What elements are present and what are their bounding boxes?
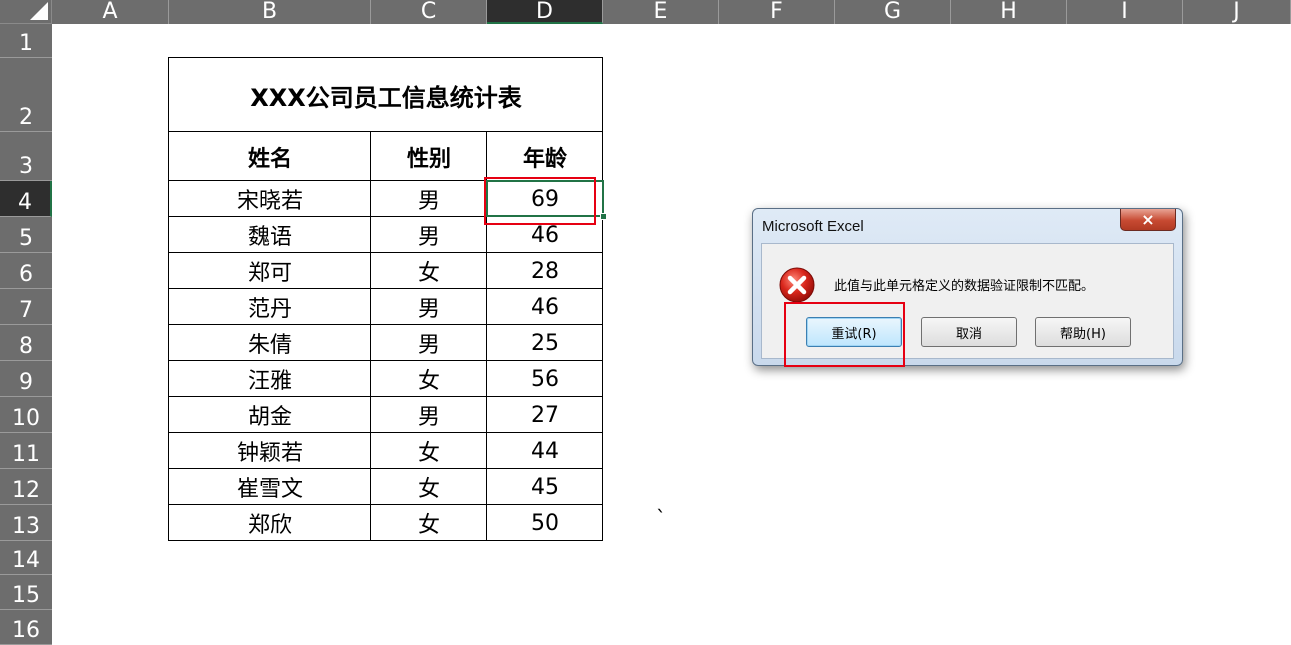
dialog-message: 此值与此单元格定义的数据验证限制不匹配。 xyxy=(834,279,1095,294)
table-border xyxy=(168,131,603,132)
header-name[interactable]: 姓名 xyxy=(169,132,371,181)
annotation-box-retry xyxy=(784,302,905,367)
cell-gender[interactable]: 女 xyxy=(371,469,487,505)
cell-name[interactable]: 宋晓若 xyxy=(169,181,371,217)
column-header-h[interactable]: H xyxy=(951,0,1067,24)
column-header-a[interactable]: A xyxy=(52,0,169,24)
table-border xyxy=(168,360,603,361)
table-border xyxy=(168,57,603,58)
dialog-title: Microsoft Excel xyxy=(762,218,864,235)
cell-gender[interactable]: 男 xyxy=(371,181,487,217)
cell-name[interactable]: 胡金 xyxy=(169,397,371,433)
column-header-i[interactable]: I xyxy=(1067,0,1183,24)
row-header-3[interactable]: 3 xyxy=(0,132,52,181)
row-header-8[interactable]: 8 xyxy=(0,325,52,361)
table-border xyxy=(168,252,603,253)
fill-handle[interactable] xyxy=(600,213,607,220)
cell-name[interactable]: 钟颖若 xyxy=(169,433,371,469)
row-header-15[interactable]: 15 xyxy=(0,575,52,610)
cell-name[interactable]: 朱倩 xyxy=(169,325,371,361)
cell-name[interactable]: 汪雅 xyxy=(169,361,371,397)
cell-name[interactable]: 魏语 xyxy=(169,217,371,253)
table-border xyxy=(168,324,603,325)
row-header-4[interactable]: 4 xyxy=(0,181,52,217)
close-icon: × xyxy=(1141,209,1155,229)
cell-name[interactable]: 崔雪文 xyxy=(169,469,371,505)
table-border xyxy=(168,504,603,505)
column-header-b[interactable]: B xyxy=(169,0,371,24)
cell-age[interactable]: 46 xyxy=(487,289,603,325)
cancel-button[interactable]: 取消 xyxy=(921,317,1017,347)
cell-gender[interactable]: 女 xyxy=(371,253,487,289)
select-all-triangle-icon xyxy=(30,2,48,20)
header-gender[interactable]: 性别 xyxy=(371,132,487,181)
row-header-9[interactable]: 9 xyxy=(0,361,52,397)
table-border xyxy=(168,396,603,397)
row-header-13[interactable]: 13 xyxy=(0,505,52,541)
column-header-c[interactable]: C xyxy=(371,0,487,24)
cell-age[interactable]: 25 xyxy=(487,325,603,361)
annotation-box-cell xyxy=(484,177,596,225)
cell-gender[interactable]: 男 xyxy=(371,217,487,253)
cell-gender[interactable]: 女 xyxy=(371,361,487,397)
row-header-7[interactable]: 7 xyxy=(0,289,52,325)
cell-gender[interactable]: 男 xyxy=(371,397,487,433)
cell-gender[interactable]: 女 xyxy=(371,505,487,541)
row-header-11[interactable]: 11 xyxy=(0,433,52,469)
cell-age[interactable]: 50 xyxy=(487,505,603,541)
cell-gender[interactable]: 男 xyxy=(371,325,487,361)
table-border xyxy=(168,468,603,469)
table-border xyxy=(168,540,603,541)
table-title[interactable]: XXX公司员工信息统计表 xyxy=(169,58,603,132)
cell-name[interactable]: 范丹 xyxy=(169,289,371,325)
column-header-j[interactable]: J xyxy=(1183,0,1291,24)
row-header-10[interactable]: 10 xyxy=(0,397,52,433)
cell-name[interactable]: 郑欣 xyxy=(169,505,371,541)
cell-age[interactable]: 56 xyxy=(487,361,603,397)
table-border xyxy=(370,131,371,541)
row-header-12[interactable]: 12 xyxy=(0,469,52,505)
cell-name[interactable]: 郑可 xyxy=(169,253,371,289)
row-header-5[interactable]: 5 xyxy=(0,217,52,253)
column-header-g[interactable]: G xyxy=(835,0,951,24)
cell-age[interactable]: 44 xyxy=(487,433,603,469)
row-header-1[interactable]: 1 xyxy=(0,24,52,58)
table-border xyxy=(168,432,603,433)
table-border xyxy=(602,57,603,541)
cell-gender[interactable]: 女 xyxy=(371,433,487,469)
stray-mark: ` xyxy=(656,506,666,530)
column-header-d[interactable]: D xyxy=(487,0,603,24)
select-all-corner[interactable] xyxy=(0,0,52,24)
row-header-2[interactable]: 2 xyxy=(0,58,52,132)
row-header-14[interactable]: 14 xyxy=(0,541,52,575)
error-icon xyxy=(779,267,815,303)
cell-age[interactable]: 27 xyxy=(487,397,603,433)
row-header-16[interactable]: 16 xyxy=(0,610,52,645)
cell-age[interactable]: 28 xyxy=(487,253,603,289)
header-age[interactable]: 年龄 xyxy=(487,132,603,181)
row-header-6[interactable]: 6 xyxy=(0,253,52,289)
cell-gender[interactable]: 男 xyxy=(371,289,487,325)
help-button[interactable]: 帮助(H) xyxy=(1035,317,1131,347)
table-border xyxy=(168,57,169,541)
table-border xyxy=(168,288,603,289)
column-header-e[interactable]: E xyxy=(603,0,719,24)
column-header-f[interactable]: F xyxy=(719,0,835,24)
close-button[interactable]: × xyxy=(1120,209,1176,231)
cell-age[interactable]: 45 xyxy=(487,469,603,505)
